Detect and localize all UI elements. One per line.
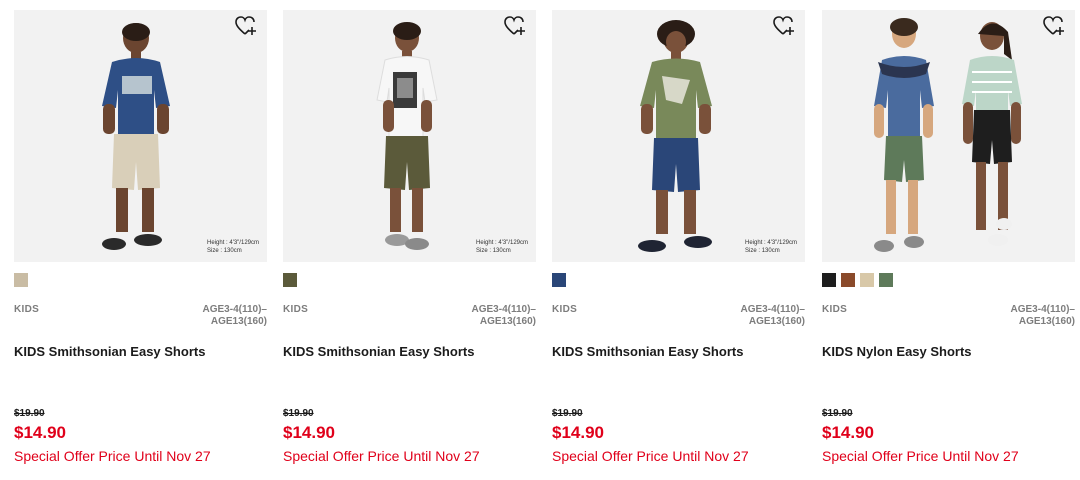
favorite-button[interactable] bbox=[235, 16, 261, 42]
favorite-button[interactable] bbox=[504, 16, 530, 42]
size-range-line: AGE13(160) bbox=[748, 316, 805, 327]
color-swatch[interactable] bbox=[552, 273, 566, 287]
product-name[interactable]: KIDS Nylon Easy Shorts bbox=[822, 344, 972, 359]
favorite-button[interactable] bbox=[1043, 16, 1069, 42]
size-range-line: AGE13(160) bbox=[479, 316, 536, 327]
heart-plus-icon bbox=[235, 16, 256, 35]
size-range-line: AGE3-4(110)– bbox=[740, 304, 805, 315]
product-name[interactable]: KIDS Smithsonian Easy Shorts bbox=[552, 344, 743, 359]
offer-text: Special Offer Price Until Nov 27 bbox=[14, 448, 211, 464]
size-range: AGE3-4(110)– AGE13(160) bbox=[416, 304, 536, 328]
product-card[interactable]: Height : 4'3"/129cm Size : 130cm KIDS AG… bbox=[552, 10, 805, 470]
gender-label: KIDS bbox=[283, 304, 309, 315]
offer-text: Special Offer Price Until Nov 27 bbox=[552, 448, 749, 464]
product-card[interactable]: Height : 4'3"/129cm Size : 130cm KIDS AG… bbox=[283, 10, 536, 470]
color-swatch[interactable] bbox=[860, 273, 874, 287]
original-price: $19.90 bbox=[822, 408, 853, 419]
color-swatch[interactable] bbox=[14, 273, 28, 287]
size-range-line: AGE13(160) bbox=[210, 316, 267, 327]
product-card[interactable]: KIDS AGE3-4(110)– AGE13(160) KIDS Nylon … bbox=[822, 10, 1075, 470]
product-photo[interactable]: Height : 4'3"/129cm Size : 130cm bbox=[14, 10, 267, 262]
model-size-text: Size : 130cm bbox=[207, 248, 242, 254]
heart-plus-icon bbox=[504, 16, 525, 35]
model-size-text: Size : 130cm bbox=[745, 248, 780, 254]
size-range: AGE3-4(110)– AGE13(160) bbox=[685, 304, 805, 328]
sale-price: $14.90 bbox=[552, 423, 604, 442]
offer-text: Special Offer Price Until Nov 27 bbox=[283, 448, 480, 464]
sale-price: $14.90 bbox=[283, 423, 335, 442]
model-height-text: Height : 4'3"/129cm bbox=[745, 240, 797, 246]
product-name[interactable]: KIDS Smithsonian Easy Shorts bbox=[283, 344, 474, 359]
model-height-note: Height : 4'3"/129cm Size : 130cm bbox=[476, 239, 528, 255]
size-range-line: AGE3-4(110)– bbox=[202, 304, 267, 315]
size-range: AGE3-4(110)– AGE13(160) bbox=[147, 304, 267, 328]
product-photo[interactable]: Height : 4'3"/129cm Size : 130cm bbox=[552, 10, 805, 262]
gender-label: KIDS bbox=[14, 304, 40, 315]
original-price: $19.90 bbox=[283, 408, 314, 419]
gender-label: KIDS bbox=[822, 304, 848, 315]
model-height-note: Height : 4'3"/129cm Size : 130cm bbox=[745, 239, 797, 255]
color-swatch[interactable] bbox=[822, 273, 836, 287]
model-height-text: Height : 4'3"/129cm bbox=[207, 240, 259, 246]
color-swatch[interactable] bbox=[283, 273, 297, 287]
size-range-line: AGE3-4(110)– bbox=[471, 304, 536, 315]
model-height-note: Height : 4'3"/129cm Size : 130cm bbox=[207, 239, 259, 255]
model-size-text: Size : 130cm bbox=[476, 248, 511, 254]
product-grid: Height : 4'3"/129cm Size : 130cm KIDS AG… bbox=[0, 0, 1080, 480]
model-height-text: Height : 4'3"/129cm bbox=[476, 240, 528, 246]
color-swatches bbox=[822, 273, 893, 287]
size-range-line: AGE3-4(110)– bbox=[1010, 304, 1075, 315]
product-photo-illustration bbox=[638, 20, 712, 252]
original-price: $19.90 bbox=[14, 408, 45, 419]
color-swatch[interactable] bbox=[841, 273, 855, 287]
product-card[interactable]: Height : 4'3"/129cm Size : 130cm KIDS AG… bbox=[14, 10, 267, 470]
favorite-button[interactable] bbox=[773, 16, 799, 42]
original-price: $19.90 bbox=[552, 408, 583, 419]
color-swatches bbox=[552, 273, 566, 287]
sale-price: $14.90 bbox=[14, 423, 66, 442]
size-range-line: AGE13(160) bbox=[1018, 316, 1075, 327]
color-swatches bbox=[14, 273, 28, 287]
product-name[interactable]: KIDS Smithsonian Easy Shorts bbox=[14, 344, 205, 359]
product-photo-illustration bbox=[376, 22, 438, 250]
product-photo[interactable] bbox=[822, 10, 1075, 262]
heart-plus-icon bbox=[773, 16, 794, 35]
color-swatch[interactable] bbox=[879, 273, 893, 287]
offer-text: Special Offer Price Until Nov 27 bbox=[822, 448, 1019, 464]
sale-price: $14.90 bbox=[822, 423, 874, 442]
product-photo-illustration bbox=[102, 23, 170, 250]
size-range: AGE3-4(110)– AGE13(160) bbox=[955, 304, 1075, 328]
product-photo-illustration bbox=[874, 18, 1022, 252]
heart-plus-icon bbox=[1043, 16, 1064, 35]
product-photo[interactable]: Height : 4'3"/129cm Size : 130cm bbox=[283, 10, 536, 262]
color-swatches bbox=[283, 273, 297, 287]
gender-label: KIDS bbox=[552, 304, 578, 315]
